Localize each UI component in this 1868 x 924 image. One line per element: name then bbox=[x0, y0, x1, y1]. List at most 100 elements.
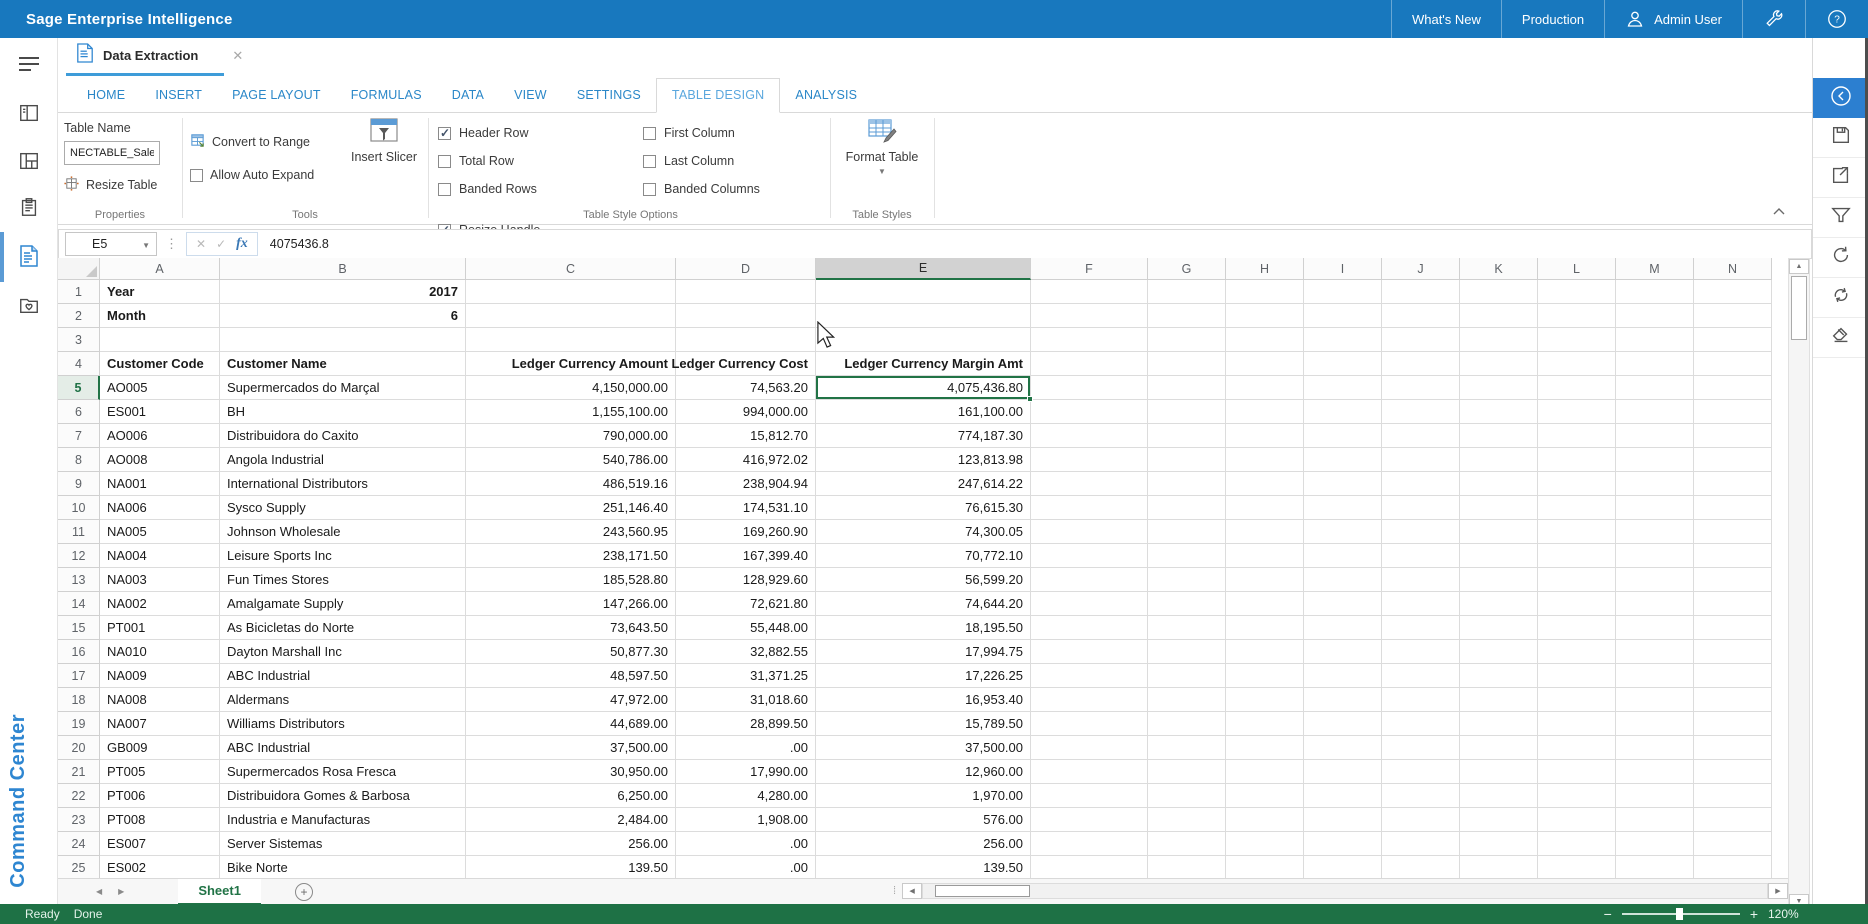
row-header-2[interactable]: 2 bbox=[58, 304, 100, 328]
save-button[interactable] bbox=[1813, 118, 1868, 158]
vertical-scroll-thumb[interactable] bbox=[1791, 276, 1807, 340]
cell-M6[interactable] bbox=[1616, 400, 1694, 424]
cell-C23[interactable]: 2,484.00 bbox=[466, 808, 676, 832]
cell-K1[interactable] bbox=[1460, 280, 1538, 304]
cell-K15[interactable] bbox=[1460, 616, 1538, 640]
cell-F2[interactable] bbox=[1031, 304, 1148, 328]
cell-J21[interactable] bbox=[1382, 760, 1460, 784]
cell-A8[interactable]: AO008 bbox=[100, 448, 220, 472]
next-sheet-icon[interactable]: ▶ bbox=[110, 887, 132, 896]
cell-M4[interactable] bbox=[1616, 352, 1694, 376]
cell-K16[interactable] bbox=[1460, 640, 1538, 664]
cell-E4[interactable]: Ledger Currency Margin Amt bbox=[816, 352, 1031, 376]
cell-J17[interactable] bbox=[1382, 664, 1460, 688]
cell-B17[interactable]: ABC Industrial bbox=[220, 664, 466, 688]
row-header-3[interactable]: 3 bbox=[58, 328, 100, 352]
cell-A21[interactable]: PT005 bbox=[100, 760, 220, 784]
cell-H16[interactable] bbox=[1226, 640, 1304, 664]
clear-button[interactable] bbox=[1813, 318, 1868, 358]
cell-F11[interactable] bbox=[1031, 520, 1148, 544]
row-header-17[interactable]: 17 bbox=[58, 664, 100, 688]
cell-B2[interactable]: 6 bbox=[220, 304, 466, 328]
cell-L7[interactable] bbox=[1538, 424, 1616, 448]
row-header-24[interactable]: 24 bbox=[58, 832, 100, 856]
cell-M9[interactable] bbox=[1616, 472, 1694, 496]
confirm-entry-icon[interactable]: ✓ bbox=[216, 237, 226, 251]
help-button[interactable]: ? bbox=[1805, 0, 1868, 38]
cell-N9[interactable] bbox=[1694, 472, 1772, 496]
column-header-B[interactable]: B bbox=[220, 258, 466, 280]
cell-J2[interactable] bbox=[1382, 304, 1460, 328]
cell-I3[interactable] bbox=[1304, 328, 1382, 352]
cell-I1[interactable] bbox=[1304, 280, 1382, 304]
cell-G20[interactable] bbox=[1148, 736, 1226, 760]
cell-D8[interactable]: 416,972.02 bbox=[676, 448, 816, 472]
cell-G25[interactable] bbox=[1148, 856, 1226, 878]
cell-J14[interactable] bbox=[1382, 592, 1460, 616]
cell-F20[interactable] bbox=[1031, 736, 1148, 760]
row-header-10[interactable]: 10 bbox=[58, 496, 100, 520]
cell-G16[interactable] bbox=[1148, 640, 1226, 664]
ribbon-tab-page-layout[interactable]: PAGE LAYOUT bbox=[217, 79, 336, 112]
cell-N13[interactable] bbox=[1694, 568, 1772, 592]
cell-E19[interactable]: 15,789.50 bbox=[816, 712, 1031, 736]
cell-F10[interactable] bbox=[1031, 496, 1148, 520]
cell-M11[interactable] bbox=[1616, 520, 1694, 544]
cell-I10[interactable] bbox=[1304, 496, 1382, 520]
checkbox-row-banded-columns[interactable]: Banded Columns bbox=[643, 182, 774, 196]
cell-C16[interactable]: 50,877.30 bbox=[466, 640, 676, 664]
cell-M10[interactable] bbox=[1616, 496, 1694, 520]
column-header-H[interactable]: H bbox=[1226, 258, 1304, 280]
allow-auto-expand-checkbox[interactable]: Allow Auto Expand bbox=[190, 168, 346, 182]
cell-K22[interactable] bbox=[1460, 784, 1538, 808]
checkbox-row-last-column[interactable]: Last Column bbox=[643, 154, 774, 168]
namebox-dropdown-icon[interactable]: ▼ bbox=[142, 241, 150, 250]
cell-L18[interactable] bbox=[1538, 688, 1616, 712]
cell-L2[interactable] bbox=[1538, 304, 1616, 328]
cell-I2[interactable] bbox=[1304, 304, 1382, 328]
cell-H14[interactable] bbox=[1226, 592, 1304, 616]
cell-A10[interactable]: NA006 bbox=[100, 496, 220, 520]
cell-H11[interactable] bbox=[1226, 520, 1304, 544]
cell-A15[interactable]: PT001 bbox=[100, 616, 220, 640]
cell-L5[interactable] bbox=[1538, 376, 1616, 400]
cell-L3[interactable] bbox=[1538, 328, 1616, 352]
vertical-scrollbar[interactable]: ▲ ▼ bbox=[1788, 258, 1810, 910]
scroll-right-icon[interactable]: ▶ bbox=[1768, 883, 1788, 899]
cell-J24[interactable] bbox=[1382, 832, 1460, 856]
column-header-K[interactable]: K bbox=[1460, 258, 1538, 280]
cell-E3[interactable] bbox=[816, 328, 1031, 352]
row-header-19[interactable]: 19 bbox=[58, 712, 100, 736]
cell-D25[interactable]: .00 bbox=[676, 856, 816, 878]
cell-M13[interactable] bbox=[1616, 568, 1694, 592]
cell-F15[interactable] bbox=[1031, 616, 1148, 640]
cell-J25[interactable] bbox=[1382, 856, 1460, 878]
cell-B22[interactable]: Distribuidora Gomes & Barbosa bbox=[220, 784, 466, 808]
cell-H12[interactable] bbox=[1226, 544, 1304, 568]
cell-D24[interactable]: .00 bbox=[676, 832, 816, 856]
row-header-13[interactable]: 13 bbox=[58, 568, 100, 592]
cell-K25[interactable] bbox=[1460, 856, 1538, 878]
cell-L17[interactable] bbox=[1538, 664, 1616, 688]
checkbox-row-banded-rows[interactable]: Banded Rows bbox=[438, 182, 643, 196]
cell-D19[interactable]: 28,899.50 bbox=[676, 712, 816, 736]
cell-N1[interactable] bbox=[1694, 280, 1772, 304]
cell-N3[interactable] bbox=[1694, 328, 1772, 352]
cell-I24[interactable] bbox=[1304, 832, 1382, 856]
cell-B1[interactable]: 2017 bbox=[220, 280, 466, 304]
cell-N24[interactable] bbox=[1694, 832, 1772, 856]
cell-B15[interactable]: As Bicicletas do Norte bbox=[220, 616, 466, 640]
cell-M22[interactable] bbox=[1616, 784, 1694, 808]
cell-C19[interactable]: 44,689.00 bbox=[466, 712, 676, 736]
checkbox-row-first-column[interactable]: First Column bbox=[643, 126, 774, 140]
column-header-F[interactable]: F bbox=[1031, 258, 1148, 280]
cell-B5[interactable]: Supermercados do Marçal bbox=[220, 376, 466, 400]
cell-A16[interactable]: NA010 bbox=[100, 640, 220, 664]
cell-E20[interactable]: 37,500.00 bbox=[816, 736, 1031, 760]
cell-F7[interactable] bbox=[1031, 424, 1148, 448]
cell-B11[interactable]: Johnson Wholesale bbox=[220, 520, 466, 544]
ribbon-tab-table-design[interactable]: TABLE DESIGN bbox=[656, 78, 780, 113]
cell-B4[interactable]: Customer Name bbox=[220, 352, 466, 376]
cell-K12[interactable] bbox=[1460, 544, 1538, 568]
cell-K18[interactable] bbox=[1460, 688, 1538, 712]
